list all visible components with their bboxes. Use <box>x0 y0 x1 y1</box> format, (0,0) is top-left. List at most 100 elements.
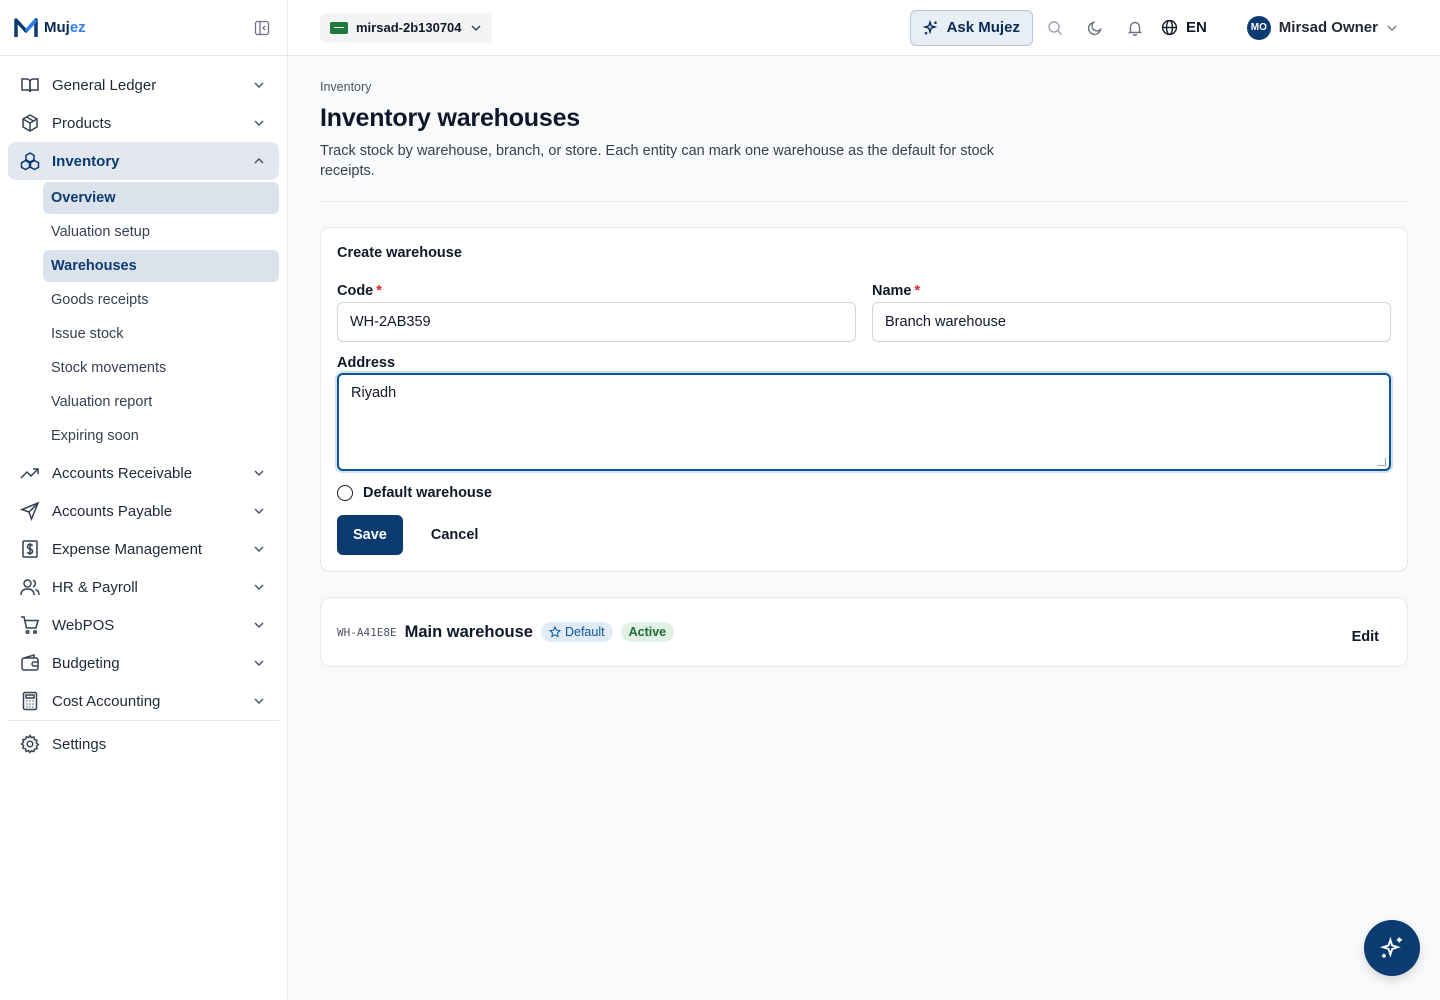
name-label: Name * <box>872 283 921 299</box>
sidebar-subitem-issue-stock[interactable]: Issue stock <box>43 318 279 350</box>
search-button[interactable] <box>1035 10 1075 46</box>
sidebar-item-label: Accounts Receivable <box>52 464 193 482</box>
form-actions: Save Cancel <box>337 515 1391 555</box>
sidebar-item-accounts-payable[interactable]: Accounts Payable <box>8 492 279 530</box>
sidebar-item-label: Accounts Payable <box>52 502 173 520</box>
sidebar-item-webpos[interactable]: WebPOS <box>8 606 279 644</box>
ask-mujez-fab[interactable] <box>1364 920 1420 976</box>
mujez-logo-icon <box>14 17 38 37</box>
sidebar-item-general-ledger[interactable]: General Ledger <box>8 66 279 104</box>
theme-toggle-button[interactable] <box>1075 10 1115 46</box>
sidebar-subitem-stock-movements[interactable]: Stock movements <box>43 352 279 384</box>
organization-name: mirsad-2b130704 <box>356 20 462 35</box>
form-title: Create warehouse <box>337 245 462 261</box>
search-icon <box>1048 20 1062 35</box>
sparkles-icon <box>1379 936 1402 958</box>
sidebar-collapse-icon <box>254 20 270 35</box>
sidebar-item-expense-management[interactable]: Expense Management <box>8 530 279 568</box>
brand-logo[interactable]: Mujez <box>14 17 86 39</box>
sidebar-item-label: Settings <box>52 735 107 753</box>
avatar: MO <box>1246 15 1271 40</box>
user-name: Mirsad Owner <box>1278 19 1378 36</box>
sidebar-subitem-warehouses[interactable]: Warehouses <box>43 250 279 282</box>
sidebar-item-label: Products <box>52 114 112 132</box>
sidebar-divider <box>8 720 279 721</box>
name-input[interactable]: Branch warehouse <box>872 302 1391 342</box>
chevron-down-icon <box>251 503 267 519</box>
organization-selector[interactable]: mirsad-2b130704 <box>320 12 492 43</box>
shopping-cart-icon <box>20 615 40 635</box>
user-menu[interactable]: MO Mirsad Owner <box>1246 15 1398 40</box>
language-selector[interactable]: EN <box>1161 19 1207 36</box>
calculator-icon <box>20 691 40 711</box>
cancel-button[interactable]: Cancel <box>415 515 495 555</box>
globe-icon <box>1161 19 1178 36</box>
sidebar-item-hr-payroll[interactable]: HR & Payroll <box>8 568 279 606</box>
code-field: Code * WH-2AB359 <box>337 283 856 342</box>
header-divider <box>320 201 1408 202</box>
sidebar-subitem-expiring-soon[interactable]: Expiring soon <box>43 420 279 452</box>
send-icon <box>20 501 40 521</box>
notifications-button[interactable] <box>1115 10 1155 46</box>
users-icon <box>20 577 40 597</box>
required-mark: * <box>914 283 921 299</box>
chevron-down-icon <box>251 541 267 557</box>
ask-mujez-label: Ask Mujez <box>946 19 1020 36</box>
brand-name: Mujez <box>44 19 86 36</box>
chevron-up-icon <box>251 153 267 169</box>
resize-handle-icon[interactable] <box>1378 458 1386 466</box>
chevron-down-icon <box>251 115 267 131</box>
page-description: Track stock by warehouse, branch, or sto… <box>320 143 995 179</box>
edit-warehouse-button[interactable]: Edit <box>1340 621 1391 653</box>
address-field: Address Riyadh <box>337 355 1391 471</box>
sidebar-item-label: Expense Management <box>52 540 203 558</box>
sidebar-subitem-valuation-report[interactable]: Valuation report <box>43 386 279 418</box>
saudi-flag-icon <box>330 21 348 34</box>
warehouse-name: Main warehouse <box>404 622 533 641</box>
default-badge: Default <box>540 622 613 642</box>
sidebar-item-products[interactable]: Products <box>8 104 279 142</box>
default-warehouse-label[interactable]: Default warehouse <box>363 485 492 501</box>
sidebar-item-inventory[interactable]: Inventory <box>8 142 279 180</box>
sidebar-item-label: HR & Payroll <box>52 578 138 596</box>
bell-icon <box>1127 21 1143 36</box>
sidebar-subitem-valuation-setup[interactable]: Valuation setup <box>43 216 279 248</box>
language-code: EN <box>1185 19 1207 36</box>
book-open-icon <box>20 75 40 95</box>
code-input[interactable]: WH-2AB359 <box>337 302 856 342</box>
status-badge: Active <box>620 622 675 642</box>
save-button[interactable]: Save <box>337 515 403 555</box>
default-warehouse-option: Default warehouse <box>337 485 1391 501</box>
receipt-dollar-icon <box>20 539 40 559</box>
address-label: Address <box>337 355 396 371</box>
address-textarea[interactable]: Riyadh <box>337 373 1391 471</box>
chevron-down-icon <box>251 77 267 93</box>
collapse-sidebar-button[interactable] <box>251 17 273 39</box>
code-label: Code * <box>337 283 382 299</box>
address-value: Riyadh <box>351 385 397 401</box>
box-icon <box>20 113 40 133</box>
sidebar-item-accounts-receivable[interactable]: Accounts Receivable <box>8 454 279 492</box>
sidebar-subitem-goods-receipts[interactable]: Goods receipts <box>43 284 279 316</box>
chevron-down-icon <box>251 693 267 709</box>
sidebar-item-cost-accounting[interactable]: Cost Accounting <box>8 682 279 720</box>
sidebar-subitem-overview[interactable]: Overview <box>43 182 279 214</box>
sparkles-icon <box>922 19 937 34</box>
wallet-icon <box>20 653 40 673</box>
ask-mujez-button[interactable]: Ask Mujez <box>909 9 1033 46</box>
breadcrumb[interactable]: Inventory <box>320 80 1408 94</box>
create-warehouse-form: Create warehouse Code * WH-2AB359 Name * B… <box>320 227 1408 572</box>
main-content: Inventory Inventory warehouses Track sto… <box>288 56 1440 1000</box>
topbar: mirsad-2b130704 Ask Mujez EN MO Mirsad O… <box>288 0 1440 56</box>
warehouse-list-item: WH-A41E8E Main warehouse Default Active … <box>320 597 1408 667</box>
default-warehouse-checkbox[interactable] <box>337 485 353 501</box>
moon-icon <box>1087 20 1102 35</box>
chevron-down-icon <box>251 617 267 633</box>
sidebar-nav: General Ledger Products Inventory Overvi… <box>0 56 287 773</box>
chevron-down-icon <box>470 24 481 31</box>
sidebar-item-label: WebPOS <box>52 616 115 634</box>
inventory-submenu: Overview Valuation setup Warehouses Good… <box>8 182 279 452</box>
sidebar-item-budgeting[interactable]: Budgeting <box>8 644 279 682</box>
sidebar-item-label: Cost Accounting <box>52 692 161 710</box>
sidebar-item-settings[interactable]: Settings <box>8 725 279 763</box>
